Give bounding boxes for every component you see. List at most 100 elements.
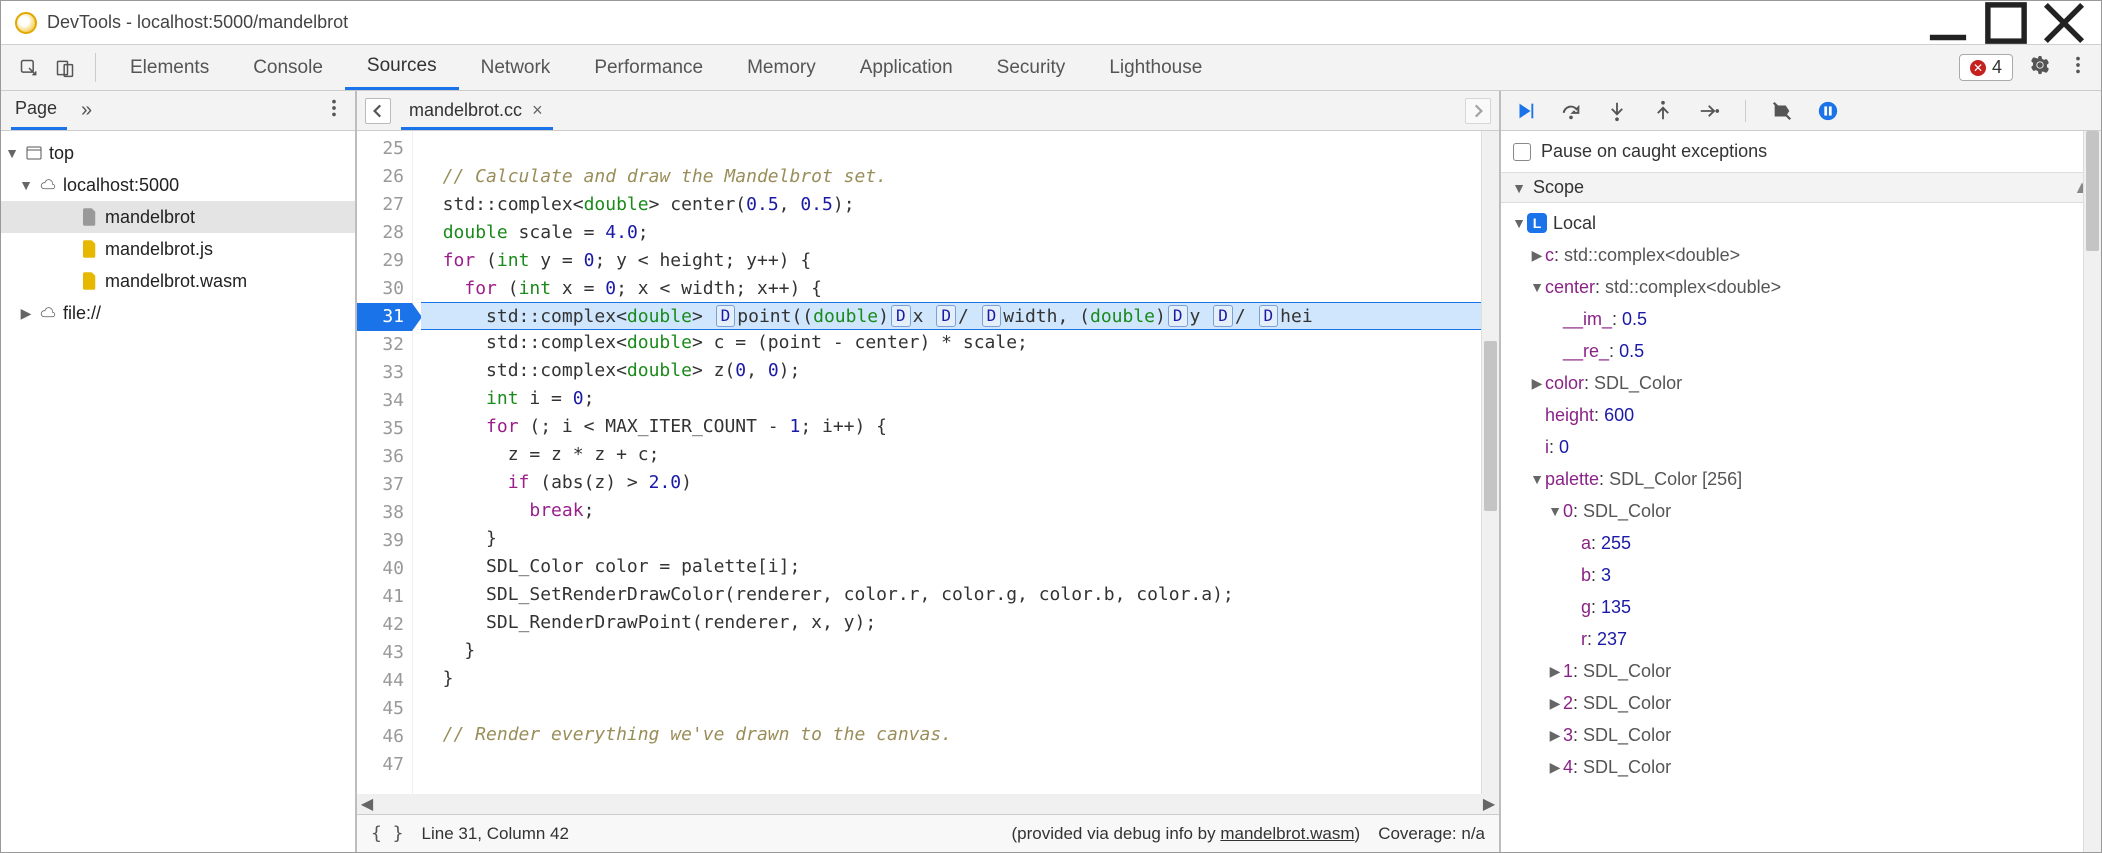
pause-on-caught-row[interactable]: Pause on caught exceptions	[1501, 131, 2101, 172]
main-toolbar: Elements Console Sources Network Perform…	[1, 45, 2101, 91]
sidebar-header: Page »	[1, 91, 355, 131]
error-icon: ✕	[1970, 60, 1986, 76]
cursor-position: Line 31, Column 42	[422, 824, 569, 844]
tree-row-file[interactable]: mandelbrot.wasm	[1, 265, 355, 297]
cloud-icon	[39, 176, 57, 194]
tab-network[interactable]: Network	[459, 45, 573, 90]
tab-application[interactable]: Application	[838, 45, 975, 90]
scope-local-label: Local	[1553, 213, 1596, 234]
coverage-text: Coverage: n/a	[1378, 824, 1485, 844]
scope-var-row[interactable]: ▶1: SDL_Color	[1505, 655, 2101, 687]
local-badge-icon: L	[1527, 213, 1547, 233]
scope-var-row: g: 135	[1505, 591, 2101, 623]
debug-panel: Pause on caught exceptions ▼ Scope ▲ ▼L …	[1501, 91, 2101, 852]
scope-var-row[interactable]: ▶3: SDL_Color	[1505, 719, 2101, 751]
editor-tabbar: mandelbrot.cc ×	[357, 91, 1499, 131]
scope-var-row[interactable]: ▶c: std::complex<double>	[1505, 239, 2101, 271]
line-number-gutter[interactable]: 2526272829303132333435363738394041424344…	[357, 131, 413, 794]
scope-var-row: i: 0	[1505, 431, 2101, 463]
sidebar-more-tabs-icon[interactable]: »	[81, 99, 92, 122]
more-menu-icon[interactable]	[2067, 54, 2089, 81]
tree-row-top[interactable]: ▼ top	[1, 137, 355, 169]
cloud-icon	[39, 304, 57, 322]
step-icon[interactable]	[1697, 99, 1721, 123]
inspect-element-icon[interactable]	[11, 45, 47, 90]
sources-sidebar: Page » ▼ top ▼ localhost:5000	[1, 91, 357, 852]
tab-memory[interactable]: Memory	[725, 45, 838, 90]
frame-icon	[25, 144, 43, 162]
sidebar-kebab-icon[interactable]	[323, 97, 345, 124]
editor-status-bar: { } Line 31, Column 42 (provided via deb…	[357, 814, 1499, 852]
file-icon	[81, 208, 99, 226]
window-minimize-button[interactable]	[1919, 1, 1977, 45]
tab-elements[interactable]: Elements	[108, 45, 231, 90]
editor-tab-label: mandelbrot.cc	[409, 100, 522, 121]
debug-info-link[interactable]: mandelbrot.wasm	[1220, 824, 1354, 843]
nav-back-icon[interactable]	[365, 98, 391, 124]
scope-label: Scope	[1533, 177, 1584, 198]
debug-info-text: (provided via debug info by mandelbrot.w…	[1012, 824, 1361, 844]
scope-var-row: b: 3	[1505, 559, 2101, 591]
editor-panel: mandelbrot.cc × 252627282930313233343536…	[357, 91, 1501, 852]
device-toolbar-icon[interactable]	[47, 45, 83, 90]
code-area[interactable]: // Calculate and draw the Mandelbrot set…	[413, 131, 1481, 794]
window-maximize-button[interactable]	[1977, 1, 2035, 45]
pause-on-caught-label: Pause on caught exceptions	[1541, 141, 1767, 162]
tab-lighthouse[interactable]: Lighthouse	[1087, 45, 1224, 90]
resume-icon[interactable]	[1513, 99, 1537, 123]
scope-var-row: height: 600	[1505, 399, 2101, 431]
window-titlebar: DevTools - localhost:5000/mandelbrot	[1, 1, 2101, 45]
tree-label: mandelbrot.wasm	[105, 271, 247, 292]
pretty-print-icon[interactable]: { }	[371, 823, 404, 844]
error-count-pill[interactable]: ✕ 4	[1959, 54, 2013, 81]
code-vertical-scrollbar[interactable]	[1481, 131, 1499, 794]
tree-label: localhost:5000	[63, 175, 179, 196]
tree-row-file[interactable]: mandelbrot.js	[1, 233, 355, 265]
step-into-icon[interactable]	[1605, 99, 1629, 123]
settings-gear-icon[interactable]	[2029, 54, 2051, 81]
file-icon	[81, 272, 99, 290]
sidebar-tab-page[interactable]: Page	[11, 98, 67, 130]
tree-row-file[interactable]: mandelbrot	[1, 201, 355, 233]
tree-label: mandelbrot	[105, 207, 195, 228]
checkbox[interactable]	[1513, 143, 1531, 161]
scope-var-row: __re_: 0.5	[1505, 335, 2101, 367]
scope-var-row[interactable]: ▶2: SDL_Color	[1505, 687, 2101, 719]
tab-sources[interactable]: Sources	[345, 45, 459, 90]
step-out-icon[interactable]	[1651, 99, 1675, 123]
code-horizontal-scrollbar[interactable]: ◀ ▶	[357, 794, 1499, 814]
tree-row-host[interactable]: ▼ localhost:5000	[1, 169, 355, 201]
step-over-icon[interactable]	[1559, 99, 1583, 123]
scope-var-row[interactable]: ▼center: std::complex<double>	[1505, 271, 2101, 303]
scope-var-row[interactable]: ▼palette: SDL_Color [256]	[1505, 463, 2101, 495]
devtools-app-icon	[15, 12, 37, 34]
window-title: DevTools - localhost:5000/mandelbrot	[47, 12, 348, 33]
debug-vertical-scrollbar[interactable]	[2083, 131, 2101, 852]
tab-security[interactable]: Security	[975, 45, 1088, 90]
tab-console[interactable]: Console	[231, 45, 345, 90]
close-tab-icon[interactable]: ×	[532, 100, 543, 121]
tree-row-file-scheme[interactable]: ▶ file://	[1, 297, 355, 329]
panel-tabs: Elements Console Sources Network Perform…	[108, 45, 1224, 90]
file-icon	[81, 240, 99, 258]
scope-var-row: __im_: 0.5	[1505, 303, 2101, 335]
scope-var-row: r: 237	[1505, 623, 2101, 655]
scope-local[interactable]: ▼L Local	[1505, 207, 2101, 239]
nav-forward-icon[interactable]	[1465, 98, 1491, 124]
tree-label: top	[49, 143, 74, 164]
scope-var-row[interactable]: ▶4: SDL_Color	[1505, 751, 2101, 783]
debug-toolbar	[1501, 91, 2101, 131]
tree-label: file://	[63, 303, 101, 324]
scope-var-row[interactable]: ▶color: SDL_Color	[1505, 367, 2101, 399]
scope-var-row: a: 255	[1505, 527, 2101, 559]
window-close-button[interactable]	[2035, 1, 2093, 45]
editor-tab-mandelbrot[interactable]: mandelbrot.cc ×	[401, 100, 553, 130]
pause-on-exceptions-icon[interactable]	[1816, 99, 1840, 123]
scope-var-row[interactable]: ▼0: SDL_Color	[1505, 495, 2101, 527]
file-tree: ▼ top ▼ localhost:5000 mandelbrot	[1, 131, 355, 335]
tree-label: mandelbrot.js	[105, 239, 213, 260]
error-count: 4	[1992, 57, 2002, 78]
tab-performance[interactable]: Performance	[572, 45, 725, 90]
scope-section-header[interactable]: ▼ Scope ▲	[1501, 172, 2101, 203]
deactivate-breakpoints-icon[interactable]	[1770, 99, 1794, 123]
